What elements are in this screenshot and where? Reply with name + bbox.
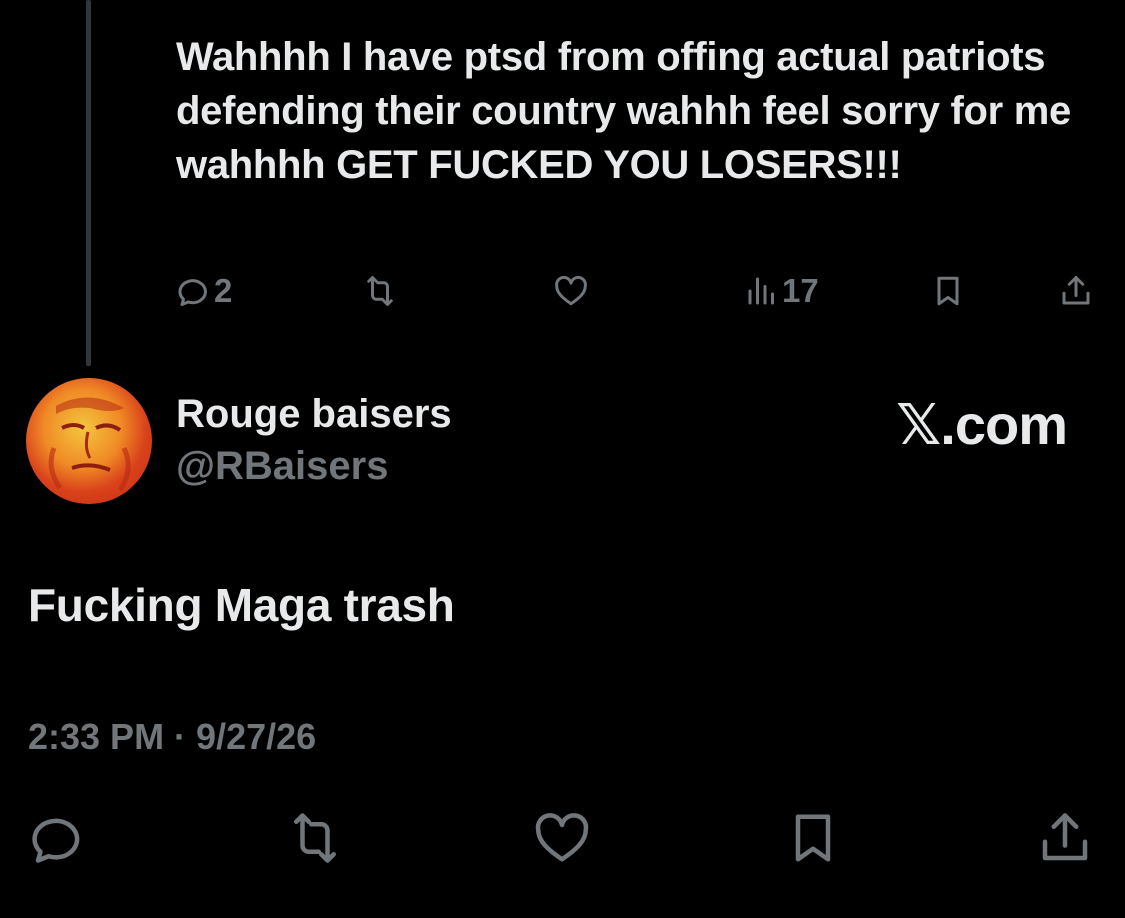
parent-tweet-text: Wahhhh I have ptsd from offing actual pa… [176,35,1071,187]
parent-tweet-action-bar: 2 17 [0,266,1125,316]
parent-reply-button[interactable]: 2 [176,266,232,316]
bookmark-button[interactable] [783,806,843,870]
parent-retweet-button[interactable] [362,266,398,316]
tweet-timestamp[interactable]: 2:33 PM · 9/27/26 [28,716,316,758]
avatar[interactable] [26,378,152,504]
bookmark-icon [930,273,966,309]
avatar-face-image [48,397,131,492]
author-handle[interactable]: @RBaisers [176,444,388,489]
like-button[interactable] [532,806,592,870]
reply-icon [28,808,88,868]
parent-share-button[interactable] [1058,266,1094,316]
retweet-button[interactable] [285,806,345,870]
heart-icon [553,273,589,309]
share-button[interactable] [1035,806,1095,870]
parent-views-button[interactable]: 17 [744,266,819,316]
heart-icon [532,808,592,868]
reply-count: 2 [214,272,233,309]
x-com-watermark: 𝕏.com [896,393,1068,456]
views-count: 17 [782,272,819,309]
tweet-screenshot: Wahhhh I have ptsd from offing actual pa… [0,0,1125,918]
reply-tweet-text: Fucking Maga trash [28,579,455,631]
reply-icon [176,273,212,309]
author-display-name[interactable]: Rouge baisers [176,392,452,437]
share-icon [1058,273,1094,309]
reply-tweet-action-bar [0,806,1125,870]
views-icon [744,273,780,309]
reply-button[interactable] [28,806,88,870]
retweet-icon [362,273,398,309]
bookmark-icon [783,808,843,868]
retweet-icon [285,808,345,868]
parent-like-button[interactable] [553,266,589,316]
share-icon [1035,808,1095,868]
parent-bookmark-button[interactable] [930,266,966,316]
